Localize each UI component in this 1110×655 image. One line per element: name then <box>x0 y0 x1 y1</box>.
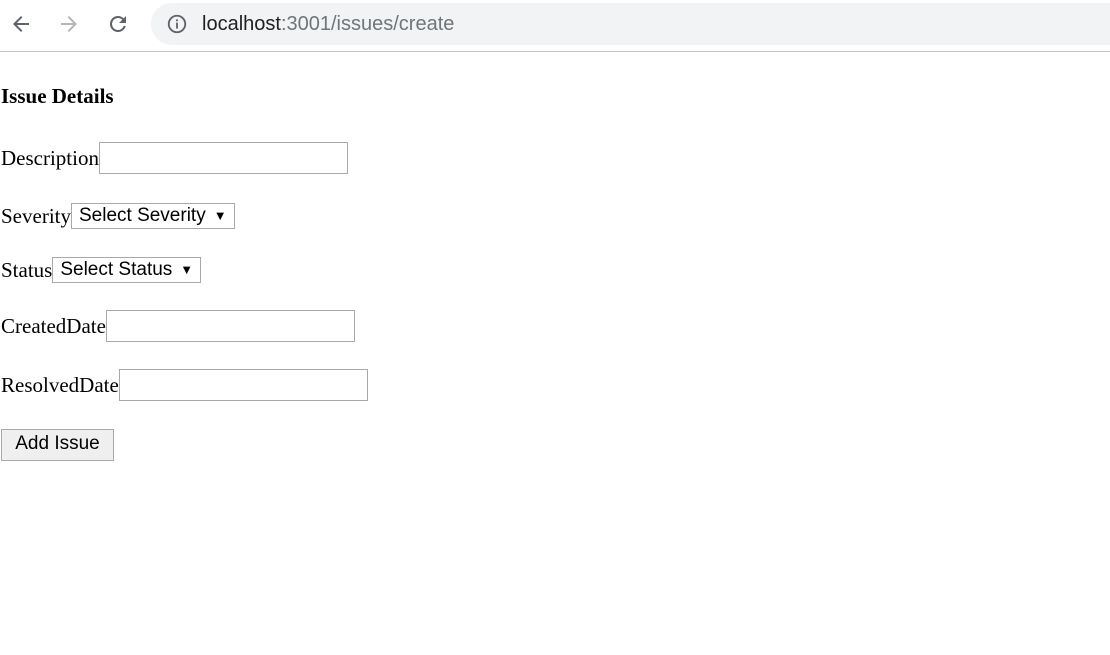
page-content: Issue Details Description Severity Selec… <box>0 52 1110 655</box>
status-select[interactable]: Select Status ▼ <box>52 257 202 283</box>
status-selected-value: Select Status <box>60 259 173 280</box>
forward-button[interactable] <box>52 7 86 41</box>
info-icon[interactable] <box>166 13 188 35</box>
severity-selected-value: Select Severity <box>78 205 206 226</box>
severity-row: Severity Select Severity ▼ <box>1 199 235 233</box>
arrow-right-icon <box>61 16 77 32</box>
resolved-date-label: ResolvedDate <box>1 373 119 397</box>
description-label: Description <box>1 146 99 170</box>
back-button[interactable] <box>4 7 38 41</box>
description-row: Description <box>1 141 348 175</box>
status-row: Status Select Status ▼ <box>1 253 202 287</box>
reload-icon <box>109 15 126 32</box>
browser-toolbar: localhost:3001/issues/create <box>0 0 1110 52</box>
resolved-date-row: ResolvedDate <box>1 368 368 402</box>
created-date-label: CreatedDate <box>1 314 106 338</box>
url-path: :3001/issues/create <box>280 13 455 35</box>
address-bar[interactable]: localhost:3001/issues/create <box>151 3 1110 45</box>
chevron-down-icon: ▼ <box>213 208 227 223</box>
url-host: localhost <box>202 13 281 35</box>
chevron-down-icon: ▼ <box>180 262 194 277</box>
severity-select[interactable]: Select Severity ▼ <box>70 203 235 229</box>
page-title: Issue Details <box>1 84 114 108</box>
description-input[interactable] <box>98 142 348 174</box>
url-text[interactable]: localhost:3001/issues/create <box>202 13 454 35</box>
created-date-row: CreatedDate <box>1 309 355 343</box>
arrow-left-icon <box>13 16 29 32</box>
severity-label: Severity <box>1 204 71 228</box>
add-issue-button[interactable]: Add Issue <box>1 429 114 461</box>
status-label: Status <box>1 258 53 282</box>
created-date-input[interactable] <box>105 310 355 342</box>
reload-button[interactable] <box>101 7 135 41</box>
resolved-date-input[interactable] <box>118 369 368 401</box>
